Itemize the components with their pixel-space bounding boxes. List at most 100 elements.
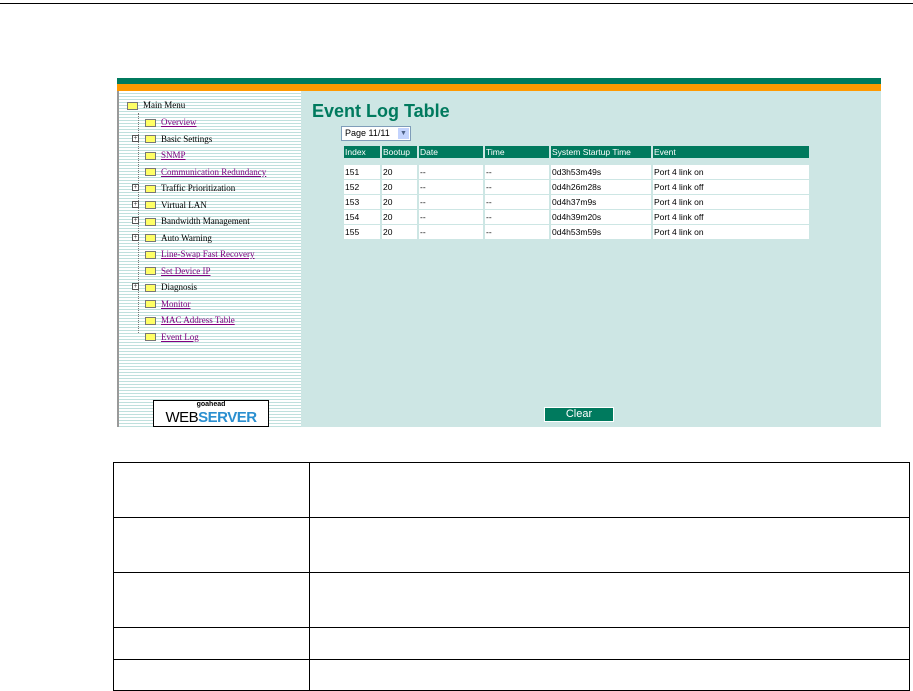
open-folder-icon [127,101,138,110]
table-cell [309,517,910,573]
folder-icon [145,333,156,342]
sidebar-item-overview[interactable]: Overview [145,115,197,129]
folder-icon [145,151,156,160]
table-row: 151 20 -- -- 0d3h53m49s Port 4 link on [344,165,809,180]
sidebar-label: Traffic Prioritization [161,183,236,193]
folder-icon [145,250,156,259]
sidebar-link[interactable]: Monitor [161,299,191,309]
logo-small-text: goahead [196,401,226,408]
logo-web: WEB [165,409,199,426]
sidebar-link[interactable]: Event Log [161,332,199,342]
main-menu[interactable]: Main Menu [127,98,185,112]
table-row [113,659,910,691]
table-cell: Port 4 link on [653,195,809,210]
sidebar-item-traffic-prioritization[interactable]: + Traffic Prioritization [132,181,236,195]
table-cell: -- [485,210,549,225]
table-cell: -- [419,210,483,225]
folder-icon [145,118,156,127]
sidebar-item-diagnosis[interactable]: + Diagnosis [132,280,197,294]
table-cell: 155 [344,225,380,240]
table-row: 154 20 -- -- 0d4h39m20s Port 4 link off [344,210,809,225]
table-cell: 20 [382,180,417,195]
sidebar-label: Basic Settings [161,133,213,144]
folder-icon [145,316,156,325]
table-cell [309,462,910,518]
sidebar-item-snmp[interactable]: SNMP [145,148,186,162]
sidebar-link[interactable]: Line-Swap Fast Recovery [161,249,254,259]
sidebar-label: Diagnosis [161,282,197,292]
event-log-table: Index Bootup Date Time System Startup Ti… [342,146,811,240]
folder-icon [145,184,156,193]
table-cell [309,572,910,628]
sidebar-link[interactable]: MAC Address Table [161,315,235,325]
folder-icon [145,168,156,177]
page-rule [0,3,913,4]
table-cell: 152 [344,180,380,195]
table-cell: 153 [344,195,380,210]
chevron-down-icon[interactable]: ▼ [398,128,409,139]
sidebar-link[interactable]: Overview [161,117,197,127]
col-date: Date [419,146,483,158]
table-cell [309,659,910,691]
table-row [113,572,910,628]
expand-plus-icon[interactable]: + [132,184,139,191]
table-cell: 20 [382,195,417,210]
folder-icon [145,135,156,144]
logo-server: SERVER [198,409,257,426]
page-title: Event Log Table [312,101,450,121]
folder-icon [145,267,156,276]
table-cell: 20 [382,210,417,225]
expand-plus-icon[interactable]: + [132,217,139,224]
sidebar-item-bandwidth-management[interactable]: + Bandwidth Management [132,214,250,228]
table-cell: 0d4h26m28s [551,180,651,195]
sidebar-item-auto-warning[interactable]: + Auto Warning [132,231,212,245]
sidebar-item-monitor[interactable]: Monitor [145,297,191,311]
table-cell: 20 [382,225,417,240]
expand-plus-icon[interactable]: + [132,200,139,208]
sidebar-link[interactable]: SNMP [161,150,186,160]
table-cell: -- [419,180,483,195]
table-cell [113,659,310,691]
table-row [113,517,910,573]
main-menu-label: Main Menu [143,100,186,110]
table-cell: 20 [382,165,417,180]
table-row [113,627,910,660]
sidebar-label: Auto Warning [161,232,212,243]
sidebar-link[interactable]: Communication Redundancy [161,167,266,177]
goahead-webserver-logo: goahead WEBSERVER [153,400,269,427]
sidebar-item-set-device-ip[interactable]: Set Device IP [145,264,211,278]
table-cell: -- [485,195,549,210]
folder-icon [145,201,156,210]
table-cell [113,572,310,628]
expand-plus-icon[interactable]: + [132,233,139,241]
table-cell: Port 4 link off [653,210,809,225]
sidebar-item-line-swap-fast-recovery[interactable]: Line-Swap Fast Recovery [145,247,254,261]
page-select[interactable]: Page 11/11 ▼ [341,126,411,141]
table-cell: 0d3h53m49s [551,165,651,180]
table-cell [113,627,310,660]
folder-icon [145,217,156,226]
col-startup-time: System Startup Time [551,146,651,158]
sidebar-link[interactable]: Set Device IP [161,266,211,276]
table-cell: 0d4h53m59s [551,225,651,240]
clear-button[interactable]: Clear [544,407,614,422]
table-row [113,462,910,518]
table-cell [113,517,310,573]
sidebar-label: Virtual LAN [161,199,207,210]
sidebar-item-basic-settings[interactable]: + Basic Settings [132,132,213,146]
expand-plus-icon[interactable]: + [132,283,139,290]
col-bootup: Bootup [382,146,417,158]
table-cell: 154 [344,210,380,225]
sidebar-item-event-log[interactable]: Event Log [145,330,199,344]
expand-plus-icon[interactable]: + [132,134,139,142]
table-cell: 0d4h37m9s [551,195,651,210]
table-cell: -- [419,165,483,180]
table-cell: 151 [344,165,380,180]
web-console-screenshot: Main Menu Overview + Basic Settings SNMP Com… [117,78,881,427]
sidebar-item-virtual-lan[interactable]: + Virtual LAN [132,198,207,212]
sidebar-item-mac-address-table[interactable]: MAC Address Table [145,313,235,327]
sidebar-menu: Main Menu Overview + Basic Settings SNMP Com… [117,91,301,427]
table-cell: 0d4h39m20s [551,210,651,225]
sidebar-item-communication-redundancy[interactable]: Communication Redundancy [145,165,266,179]
folder-icon [145,300,156,309]
